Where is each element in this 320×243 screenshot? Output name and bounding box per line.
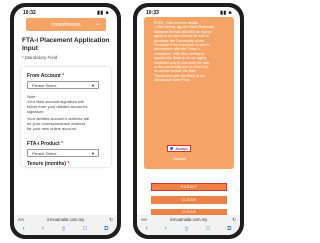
reload-icon[interactable]: ↻ [109,217,113,223]
back-icon[interactable]: ‹ [146,226,148,232]
status-icons: ▮▮ ■ [220,10,232,16]
form-card: From Account * Please Select ▼ Note: You… [21,67,111,167]
page-title: FTA-i Placement Application Input [22,37,110,52]
bookmarks-icon[interactable]: □ [206,226,210,232]
text-size-button[interactable]: AA [141,217,147,222]
phone-right-screen: 10:33 ▮▮ ■ PDPA. Click here for details.… [137,7,240,235]
forward-icon[interactable]: › [165,226,167,232]
status-bar: 10:32 ▮▮ ■ [14,7,117,17]
address-bar[interactable]: AA ii-muamalat.com.my ↻ [137,215,240,223]
share-icon[interactable]: ⇧ [61,226,66,233]
forward-icon[interactable]: › [42,226,44,232]
bookmarks-icon[interactable]: □ [83,226,87,232]
submit-button[interactable]: SUBMIT [151,183,227,191]
url-text: ii-muamalat.com.my [46,216,85,222]
terms-text: PDPA. Click here for details. • I/We her… [154,21,215,83]
from-account-label: From Account * [27,73,65,79]
url-text: ii-muamalat.com.my [169,216,208,222]
phone-left: 10:32 ▮▮ ■ Investments ⌄ FTA-i Placement… [10,3,121,239]
investments-label: Investments [51,21,81,28]
decline-radio-label[interactable]: Decline [173,156,186,161]
clear-button[interactable]: CLEAR [151,196,227,204]
from-account-select[interactable]: Please Select ▼ [27,81,99,89]
browser-toolbar: ‹ › ⇧ □ ⧉ [14,223,117,235]
product-select[interactable]: Please Select ▼ [27,149,99,157]
share-icon[interactable]: ⇧ [184,226,189,233]
phone-left-screen: 10:32 ▮▮ ■ Investments ⌄ FTA-i Placement… [14,7,117,235]
status-time: 10:32 [23,10,36,16]
address-bar[interactable]: AA ii-muamalat.com.my ↻ [14,215,117,223]
terms-panel: PDPA. Click here for details. • I/We her… [144,17,234,169]
chevron-down-icon: ⌄ [94,21,100,27]
product-label: FTA-i Product * [27,141,64,147]
mandatory-note: * Mandatory Field [22,55,58,60]
radio-selected-icon [170,147,174,150]
tenure-label: Tenure (months) * [27,161,70,167]
tabs-icon[interactable]: ⧉ [104,226,108,233]
browser-toolbar: ‹ › ⇧ □ ⧉ [137,223,240,235]
reload-icon[interactable]: ↻ [232,217,236,223]
dropdown-caret-icon: ▼ [91,83,95,88]
note-block: Note: Your New account signature will fo… [27,94,105,131]
text-size-button[interactable]: AA [18,217,24,222]
dropdown-caret-icon: ▼ [91,151,95,156]
back-icon[interactable]: ‹ [23,226,25,232]
terms-details-link[interactable] [178,21,192,26]
accept-radio[interactable]: Accept [167,145,191,152]
status-bar: 10:33 ▮▮ ■ [137,7,240,17]
status-time: 10:33 [146,10,159,16]
phone-right: 10:33 ▮▮ ■ PDPA. Click here for details.… [133,3,244,239]
investments-menu-button[interactable]: Investments ⌄ [26,18,106,31]
status-icons: ▮▮ ■ [97,10,109,16]
tabs-icon[interactable]: ⧉ [227,226,231,233]
